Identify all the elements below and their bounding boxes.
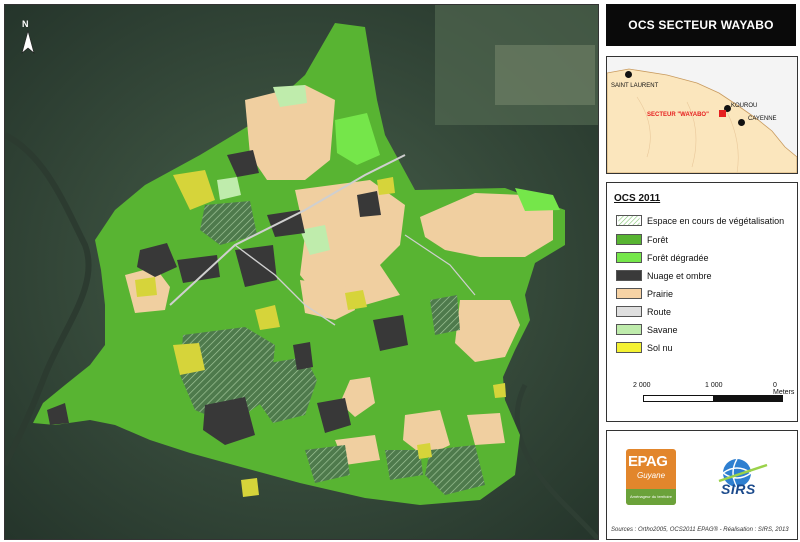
legend-item: Route (616, 305, 671, 318)
legend-item: Forêt (616, 233, 668, 246)
scale-segment (644, 396, 713, 401)
epag-logo-tagline: Aménageur du territoire (626, 489, 676, 505)
legend-swatch (616, 342, 642, 353)
city-marker (738, 119, 745, 126)
city-label-saint-laurent: SAINT LAURENT (611, 83, 659, 89)
revegetation-zone (430, 295, 460, 335)
legend-label: Nuage et ombre (647, 270, 712, 281)
sector-marker (719, 110, 726, 117)
epag-logo-text: EPAG (628, 453, 668, 470)
scale-label: 2 000 (633, 382, 651, 389)
legend-swatch-hatched (616, 215, 642, 226)
city-marker (625, 71, 632, 78)
city-label-kourou: KOUROU (731, 103, 758, 109)
bare-soil-zone (345, 290, 367, 310)
bare-soil-zone (417, 443, 432, 459)
bare-soil-zone (493, 383, 506, 398)
legend-swatch (616, 306, 642, 317)
epag-logo: EPAG Guyane Aménageur du territoire (626, 449, 676, 505)
logos-panel: EPAG Guyane Aménageur du territoire SIRS… (606, 430, 798, 540)
legend-label: Savane (647, 324, 678, 335)
locator-map: SAINT LAURENT KOUROU CAYENNE SECTEUR "WA… (606, 56, 798, 174)
legend: OCS 2011 Espace en cours de végétalisati… (606, 182, 798, 422)
sources-credit: Sources : Ortho2005, OCS2011 EPAG® - Réa… (611, 527, 789, 533)
legend-label: Espace en cours de végétalisation (647, 215, 785, 226)
legend-item: Sol nu (616, 341, 673, 354)
legend-swatch (616, 324, 642, 335)
legend-swatch (616, 270, 642, 281)
legend-swatch (616, 252, 642, 263)
bare-soil-zone (135, 277, 157, 297)
north-arrow-icon (21, 29, 35, 54)
legend-label: Forêt (647, 234, 669, 245)
legend-label: Route (647, 306, 672, 317)
sector-label: SECTEUR "WAYABO" (647, 112, 709, 118)
legend-item: Forêt dégradée (616, 251, 709, 264)
scale-label: 1 000 (705, 382, 723, 389)
revegetation-zone (385, 450, 423, 480)
bare-soil-zone (377, 177, 395, 195)
legend-label: Forêt dégradée (647, 252, 709, 263)
sirs-logo-text: SIRS (721, 481, 756, 497)
legend-label: Sol nu (647, 342, 673, 353)
bare-soil-zone (241, 478, 259, 497)
city-label-cayenne: CAYENNE (748, 116, 777, 122)
savannah-patch (495, 45, 595, 105)
map-view[interactable]: N (4, 4, 599, 540)
cloud-shadow-zone (357, 191, 381, 217)
legend-label: Prairie (647, 288, 674, 299)
legend-item: Nuage et ombre (616, 269, 712, 282)
scale-label: 0 Meters (773, 382, 795, 396)
legend-swatch (616, 288, 642, 299)
legend-item: Prairie (616, 287, 673, 300)
scale-bar (643, 395, 783, 402)
legend-item: Savane (616, 323, 678, 336)
north-label: N (22, 19, 29, 29)
map-title: OCS SECTEUR WAYABO (606, 4, 796, 46)
legend-item: Espace en cours de végétalisation (616, 214, 784, 227)
legend-title: OCS 2011 (614, 193, 661, 204)
legend-swatch (616, 234, 642, 245)
epag-logo-subtext: Guyane (637, 471, 666, 480)
scale-segment (713, 396, 782, 401)
land-cover-map (5, 5, 598, 539)
